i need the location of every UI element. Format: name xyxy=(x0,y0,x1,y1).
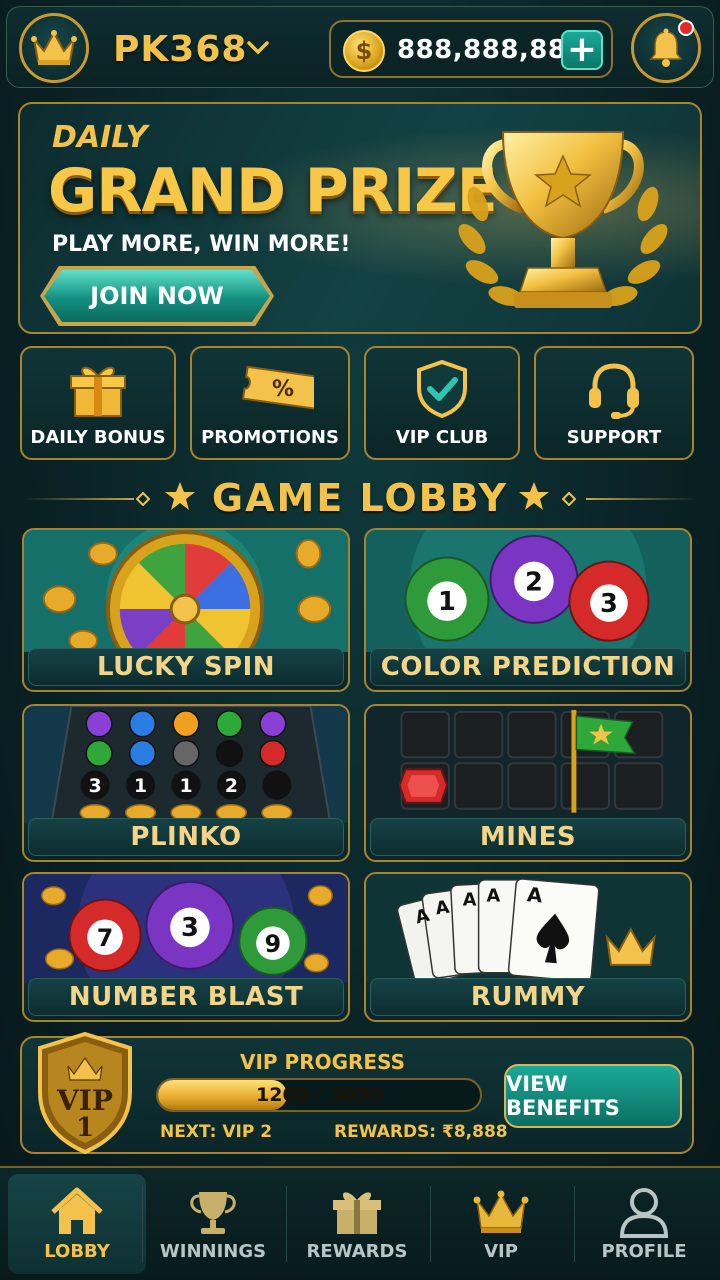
game-lobby-heading: GAME LOBBY xyxy=(0,470,720,526)
banner-title: GRAND PRIZE xyxy=(48,156,498,226)
view-benefits-button[interactable]: VIEW BENEFITS xyxy=(504,1064,682,1128)
vip-progress-title: VIP PROGRESS xyxy=(240,1050,405,1074)
crown-button[interactable] xyxy=(19,13,89,83)
game-tile-number-blast[interactable]: 7 3 9 NUMBER BLAST xyxy=(22,872,350,1022)
nav-label: WINNINGS xyxy=(159,1241,267,1262)
star-icon xyxy=(519,482,549,510)
join-now-button[interactable]: JOIN NOW xyxy=(44,270,270,322)
brand-name[interactable]: PK368 xyxy=(113,29,247,70)
user-icon xyxy=(619,1188,669,1238)
number-balls-icon: 7 3 9 xyxy=(24,874,348,983)
slot-number: 3 xyxy=(89,776,102,797)
chevron-down-icon[interactable] xyxy=(247,41,269,55)
daily-bonus-button[interactable]: DAILY BONUS xyxy=(20,346,176,460)
vip-progress-bar: 1200 / 3000 xyxy=(156,1078,482,1112)
nav-label: PROFILE xyxy=(601,1241,687,1262)
bottom-navigation: LOBBY WINNINGS REWARDS VIP PROFILE xyxy=(0,1166,720,1280)
game-tile-mines[interactable]: MINES xyxy=(364,704,692,862)
trophy-icon xyxy=(458,131,668,308)
vip-club-button[interactable]: VIP CLUB xyxy=(364,346,520,460)
nav-divider xyxy=(574,1186,575,1262)
game-label: NUMBER BLAST xyxy=(28,978,344,1016)
vip-progress-text: 1200 / 3000 xyxy=(256,1084,382,1106)
wheel-icon xyxy=(24,530,348,653)
ball-number: 3 xyxy=(600,589,618,619)
bell-icon xyxy=(649,28,683,67)
quick-action-label: DAILY BONUS xyxy=(30,427,166,448)
top-bar: PK368 $ 888,888,888 + xyxy=(6,6,714,88)
slot-number: 1 xyxy=(179,776,192,797)
notification-dot xyxy=(678,20,694,36)
vip-badge-icon: VIP 1 xyxy=(38,1031,132,1155)
cards-icon: A A A A A xyxy=(366,874,690,983)
grand-prize-banner[interactable]: DAILY GRAND PRIZE PLAY MORE, WIN MORE! J… xyxy=(18,102,702,334)
crown-icon xyxy=(31,30,77,65)
nav-label: VIP xyxy=(484,1241,518,1262)
svg-text:A: A xyxy=(463,890,477,911)
balls-icon: 1 2 3 xyxy=(366,530,690,653)
gift-icon xyxy=(333,1192,381,1234)
game-label: LUCKY SPIN xyxy=(28,648,344,686)
vip-badge-level: 1 xyxy=(76,1113,94,1143)
slot-number: 1 xyxy=(134,776,147,797)
plinko-board-icon: 3 1 1 2 xyxy=(24,706,348,823)
game-label: RUMMY xyxy=(370,978,686,1016)
quick-action-label: PROMOTIONS xyxy=(201,427,339,448)
gift-icon xyxy=(70,366,126,417)
diamond-icon xyxy=(562,492,576,506)
ball-number: 7 xyxy=(97,924,113,952)
home-icon xyxy=(51,1187,103,1234)
nav-divider xyxy=(142,1186,143,1262)
nav-item-lobby[interactable]: LOBBY xyxy=(8,1174,146,1274)
svg-text:%: % xyxy=(272,377,294,402)
lobby-title: GAME LOBBY xyxy=(211,476,509,520)
nav-divider xyxy=(286,1186,287,1262)
game-tile-lucky-spin[interactable]: LUCKY SPIN xyxy=(22,528,350,692)
balance-value: 888,888,888 xyxy=(397,35,586,65)
balance-display: $ 888,888,888 + xyxy=(329,20,613,78)
game-label: PLINKO xyxy=(28,818,344,856)
ticket-icon: % xyxy=(242,365,314,411)
nav-label: LOBBY xyxy=(44,1241,110,1262)
notifications-button[interactable] xyxy=(631,13,701,83)
nav-divider xyxy=(430,1186,431,1262)
coin-icon: $ xyxy=(343,30,385,72)
vip-rewards: REWARDS: ₹8,888 xyxy=(334,1122,508,1142)
slot-number: 2 xyxy=(225,776,238,797)
game-label: COLOR PREDICTION xyxy=(370,648,686,686)
trophy-icon xyxy=(190,1192,236,1234)
nav-label: REWARDS xyxy=(306,1241,408,1262)
ball-number: 3 xyxy=(181,913,199,943)
nav-item-vip[interactable]: VIP xyxy=(432,1174,570,1274)
quick-action-label: SUPPORT xyxy=(566,427,662,448)
add-funds-button[interactable]: + xyxy=(561,30,603,70)
quick-action-label: VIP CLUB xyxy=(395,427,489,448)
nav-item-rewards[interactable]: REWARDS xyxy=(288,1174,426,1274)
vip-progress-card: VIP 1 VIP PROGRESS 1200 / 3000 NEXT: VIP… xyxy=(20,1031,694,1155)
game-tile-color-prediction[interactable]: 1 2 3 COLOR PREDICTION xyxy=(364,528,692,692)
mines-grid-icon xyxy=(366,706,690,823)
svg-text:A: A xyxy=(487,886,501,907)
vip-next-level: NEXT: VIP 2 xyxy=(160,1122,273,1142)
svg-text:A: A xyxy=(526,883,544,907)
game-tile-plinko[interactable]: 3 1 1 2 PLINKO xyxy=(22,704,350,862)
ball-number: 2 xyxy=(525,567,543,597)
ball-number: 9 xyxy=(265,930,281,958)
promotions-button[interactable]: % PROMOTIONS xyxy=(190,346,350,460)
banner-subtitle: PLAY MORE, WIN MORE! xyxy=(52,232,351,257)
nav-item-winnings[interactable]: WINNINGS xyxy=(144,1174,282,1274)
game-label: MINES xyxy=(370,818,686,856)
ball-number: 1 xyxy=(438,587,456,617)
banner-kicker: DAILY xyxy=(52,120,148,155)
shield-check-icon xyxy=(417,359,467,419)
headset-icon xyxy=(589,363,639,419)
crown-icon xyxy=(473,1190,529,1233)
game-tile-rummy[interactable]: A A A A A RUMMY xyxy=(364,872,692,1022)
support-button[interactable]: SUPPORT xyxy=(534,346,694,460)
nav-item-profile[interactable]: PROFILE xyxy=(576,1174,712,1274)
